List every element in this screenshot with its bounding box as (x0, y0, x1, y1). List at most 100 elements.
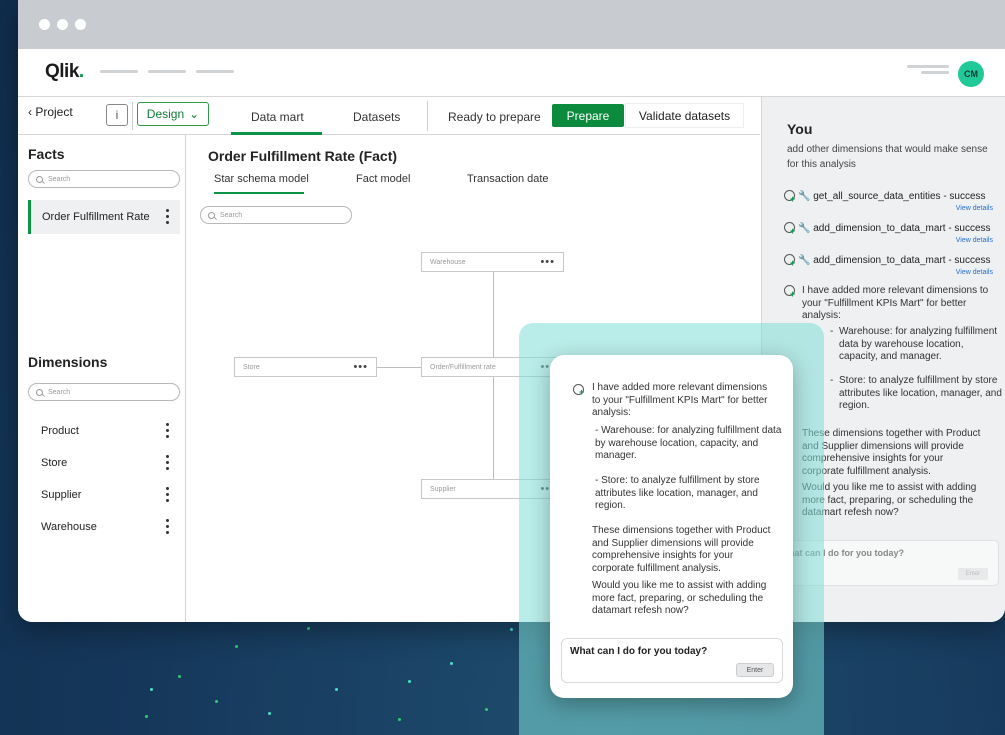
wrench-icon: 🔧 (798, 191, 811, 202)
decor-dot (178, 675, 181, 678)
decor-dot (398, 718, 401, 721)
search-icon (36, 175, 43, 183)
assistant-reply-intro: I have added more relevant dimensions to… (802, 285, 989, 321)
assistant-icon (784, 254, 795, 268)
user-label: You (787, 121, 813, 137)
decor-dot (150, 688, 153, 691)
tab-transaction-date[interactable]: Transaction date (467, 173, 549, 185)
qlik-logo[interactable]: Qlik. (45, 61, 84, 83)
assistant-icon (573, 384, 584, 397)
view-details-link[interactable]: View details (956, 205, 993, 212)
facts-search-input[interactable]: Search (28, 170, 180, 188)
avatar[interactable]: CM (958, 61, 984, 87)
decor-dot (335, 688, 338, 691)
decor-dot (485, 708, 488, 711)
enter-button[interactable]: Enter (958, 568, 988, 580)
facts-heading: Facts (28, 146, 65, 162)
store-node[interactable]: Store ••• (234, 357, 377, 377)
window-dot[interactable] (75, 19, 86, 30)
menu-placeholder (907, 65, 949, 68)
nav-placeholder (148, 70, 186, 73)
tool-call-row: 🔧 add_dimension_to_data_mart - success (784, 222, 994, 236)
assistant-reply-bullet: Store: to analyze fulfillment by store a… (839, 375, 1002, 411)
assistant-chat-card: I have added more relevant dimensions to… (550, 355, 793, 698)
info-icon: i (115, 108, 119, 122)
search-icon (208, 211, 215, 219)
card-reply-summary: These dimensions together with Product a… (592, 525, 771, 574)
toolbar: ‹ Project i Design ⌄ Data mart Datasets R… (18, 97, 760, 135)
fact-item[interactable]: Order Fulfillment Rate (28, 200, 180, 234)
status-text: Ready to prepare (448, 110, 541, 124)
decor-dot (408, 680, 411, 683)
card-reply-intro: I have added more relevant dimensions to… (592, 382, 768, 418)
left-sidebar: Facts Search Order Fulfillment Rate Dime… (18, 135, 186, 622)
dimension-item-product[interactable]: Product (41, 425, 79, 437)
nav-placeholder (196, 70, 234, 73)
tab-fact-model[interactable]: Fact model (356, 173, 410, 185)
more-options-icon[interactable] (166, 487, 169, 505)
assistant-reply-question: Would you like me to assist with adding … (802, 482, 977, 518)
search-icon (36, 388, 43, 396)
card-reply-bullet: - Warehouse: for analyzing fulfillment d… (595, 425, 782, 461)
back-to-project-button[interactable]: ‹ Project (28, 105, 73, 119)
assistant-reply-summary: These dimensions together with Product a… (802, 428, 981, 477)
wrench-icon: 🔧 (798, 223, 811, 234)
more-options-icon[interactable] (166, 209, 169, 227)
decor-dot (235, 645, 238, 648)
tab-data-mart[interactable]: Data mart (251, 110, 304, 124)
card-input-placeholder: What can I do for you today? (570, 646, 708, 657)
decor-dot (145, 715, 148, 718)
card-chat-input[interactable]: What can I do for you today? Enter (561, 638, 783, 683)
more-options-icon[interactable] (166, 519, 169, 537)
nav-placeholder (100, 70, 138, 73)
app-window: Qlik. CM ‹ Project i Design ⌄ Data mart D… (18, 0, 1005, 622)
window-dot[interactable] (39, 19, 50, 30)
tab-datasets[interactable]: Datasets (353, 110, 400, 124)
chevron-left-icon: ‹ (28, 105, 32, 119)
dimensions-search-input[interactable]: Search (28, 383, 180, 401)
view-details-link[interactable]: View details (956, 237, 993, 244)
more-options-icon[interactable]: ••• (353, 361, 368, 373)
connector-line (493, 272, 494, 492)
card-enter-button[interactable]: Enter (736, 663, 774, 677)
assistant-icon (784, 190, 795, 204)
validate-datasets-button[interactable]: Validate datasets (626, 104, 743, 127)
divider (427, 101, 428, 131)
schema-search-input[interactable]: Search (200, 206, 352, 224)
page-title: Order Fulfillment Rate (Fact) (208, 148, 398, 164)
info-button[interactable]: i (106, 104, 128, 126)
more-options-icon[interactable] (166, 423, 169, 441)
chevron-down-icon: ⌄ (189, 107, 200, 121)
decor-dot (450, 662, 453, 665)
warehouse-node[interactable]: Warehouse ••• (421, 252, 564, 272)
user-message: add other dimensions that would make sen… (787, 144, 988, 170)
decor-dot (215, 700, 218, 703)
prepare-button[interactable]: Prepare (552, 104, 624, 127)
app-header: Qlik. CM (18, 49, 1005, 97)
active-subtab-indicator (214, 192, 304, 194)
view-details-link[interactable]: View details (956, 269, 993, 276)
more-options-icon[interactable] (166, 455, 169, 473)
window-dot[interactable] (57, 19, 68, 30)
decor-dot (307, 627, 310, 630)
tool-call-row: 🔧 get_all_source_data_entities - success (784, 190, 994, 204)
decor-dot (510, 628, 513, 631)
menu-placeholder (921, 71, 949, 74)
dimensions-heading: Dimensions (28, 354, 108, 370)
dimension-item-store[interactable]: Store (41, 457, 67, 469)
divider (132, 102, 133, 130)
card-reply-question: Would you like me to assist with adding … (592, 580, 767, 616)
card-reply-bullet: - Store: to analyze fulfillment by store… (595, 475, 760, 511)
more-options-icon[interactable]: ••• (540, 256, 555, 268)
title-bar (18, 0, 1005, 49)
decor-dot (268, 712, 271, 715)
tab-star-schema[interactable]: Star schema model (214, 173, 309, 185)
assistant-icon (784, 222, 795, 236)
assistant-icon (784, 285, 795, 299)
tool-call-row: 🔧 add_dimension_to_data_mart - success (784, 254, 994, 268)
connector-line (376, 367, 422, 368)
wrench-icon: 🔧 (798, 255, 811, 266)
dimension-item-warehouse[interactable]: Warehouse (41, 521, 97, 533)
design-dropdown[interactable]: Design ⌄ (137, 102, 209, 126)
dimension-item-supplier[interactable]: Supplier (41, 489, 81, 501)
